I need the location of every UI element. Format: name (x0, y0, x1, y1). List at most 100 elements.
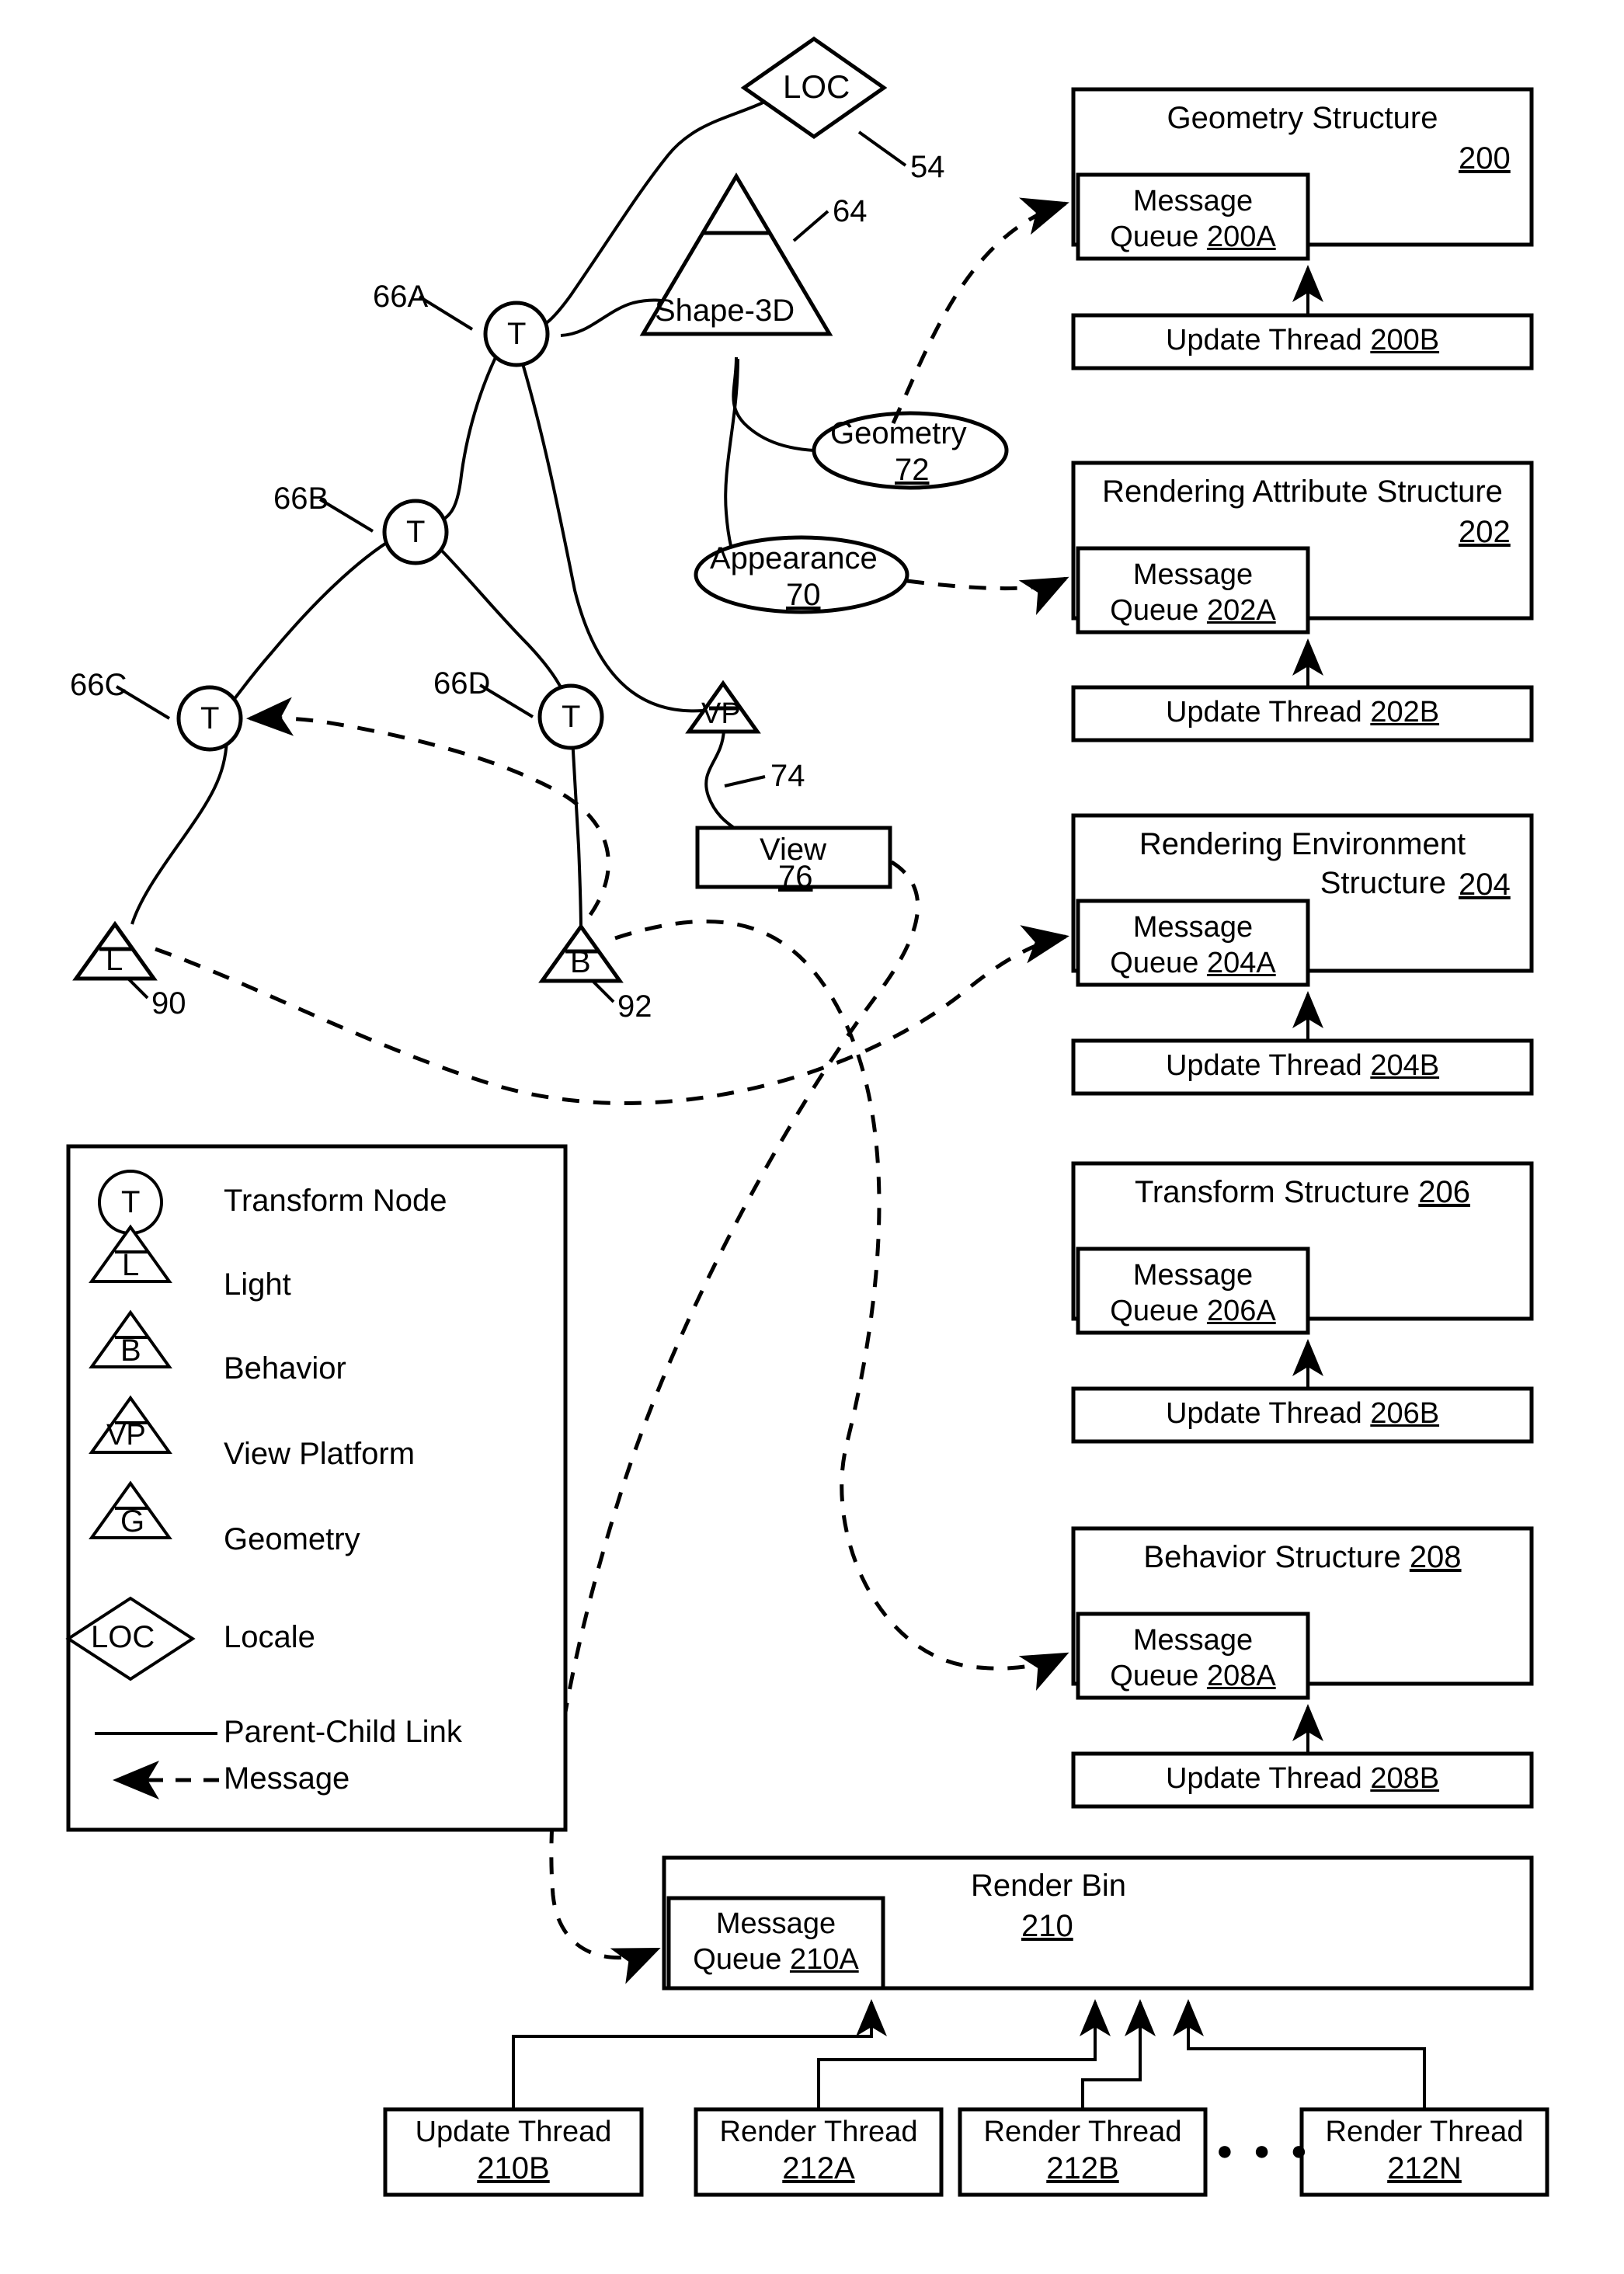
queue-204A-line2: Queue 204A (1083, 947, 1303, 980)
figure-canvas: LOC 54 Shape-3D 64 T 66A T 66B T 66C T 6… (0, 0, 1624, 2274)
thread-200B: Update Thread 200B (1081, 324, 1524, 357)
queue-200A-line1: Message (1132, 185, 1254, 217)
queue-210A-line2: Queue 210A (672, 1943, 880, 1977)
structure-200-title: Geometry Structure (1167, 101, 1438, 135)
behavior-ref: 92 (617, 989, 652, 1024)
legend-behavior-glyph: B (120, 1333, 141, 1368)
queue-208A-line1: Message (1132, 1624, 1254, 1657)
structure-208-ref: 208 (1409, 1540, 1462, 1574)
legend-locale-label: Locale (224, 1620, 315, 1654)
bottom-thread-3-ref: 212N (1387, 2151, 1462, 2185)
transform-node-66C-letter: T (200, 701, 220, 735)
legend-light-glyph: L (122, 1248, 140, 1282)
legend-transform-glyph: T (121, 1185, 141, 1219)
transform-node-66D-letter: T (562, 700, 581, 734)
thread-204B-label: Update Thread (1165, 1049, 1371, 1082)
thread-206B-ref: 206B (1370, 1397, 1440, 1430)
structure-202-ref: 202 (1459, 515, 1511, 549)
queue-202A-line2: Queue 202A (1083, 594, 1303, 628)
queue-202A-word: Queue (1110, 594, 1207, 627)
locale-ref: 54 (910, 150, 945, 184)
viewplatform-label: VP (701, 697, 741, 730)
bottom-thread-2-label: Render Thread (983, 2116, 1182, 2148)
transform-node-66D-ref: 66D (433, 666, 491, 701)
thread-206B-label: Update Thread (1165, 1397, 1371, 1430)
legend-geometry-glyph: G (120, 1504, 145, 1539)
appearance-node-label: Appearance (710, 541, 878, 575)
thread-200B-ref: 200B (1370, 324, 1440, 356)
queue-200A-line2: Queue 200A (1083, 221, 1303, 254)
legend-locale-glyph: LOC (91, 1620, 155, 1654)
thread-208B: Update Thread 208B (1081, 1762, 1524, 1796)
queue-206A-ref: 206A (1206, 1295, 1276, 1327)
queue-206A-line2: Queue 206A (1083, 1295, 1303, 1328)
appearance-node-ref: 70 (786, 578, 821, 612)
light-label: L (106, 943, 123, 977)
legend-viewplatform-glyph: VP (106, 1419, 146, 1452)
bottom-thread-0-ref: 210B (477, 2151, 550, 2185)
queue-208A-line2: Queue 208A (1083, 1660, 1303, 1693)
locale-label: LOC (783, 68, 850, 105)
thread-206B: Update Thread 206B (1081, 1397, 1524, 1431)
queue-210A-line1: Message (715, 1907, 836, 1940)
structure-202-title: Rendering Attribute Structure (1102, 475, 1503, 509)
geometry-node-ref: 72 (895, 453, 930, 487)
queue-204A-line1: Message (1132, 911, 1254, 944)
structure-204-title: Rendering Environment (1139, 827, 1466, 861)
queue-208A-word: Queue (1110, 1660, 1207, 1692)
structure-200-ref: 200 (1459, 141, 1511, 176)
queue-200A-ref: 200A (1206, 221, 1276, 253)
structure-208-title: Behavior Structure 208 (1081, 1540, 1524, 1575)
bottom-thread-1-ref: 212A (782, 2151, 855, 2185)
queue-210A-word: Queue (693, 1943, 790, 1976)
viewplatform-ref: 74 (770, 759, 805, 793)
render-bin-ref: 210 (1021, 1909, 1073, 1943)
legend-viewplatform-label: View Platform (224, 1437, 416, 1471)
queue-200A-word: Queue (1110, 221, 1207, 253)
transform-node-66A-ref: 66A (373, 280, 429, 314)
queue-208A-ref: 208A (1206, 1660, 1276, 1692)
bottom-thread-2-ref: 212B (1046, 2151, 1119, 2185)
scene-graph-shapes (72, 36, 1009, 983)
transform-node-66A-letter: T (507, 317, 527, 351)
structure-204-title2: Structure (1320, 866, 1446, 900)
thread-204B: Update Thread 204B (1081, 1049, 1524, 1083)
transform-node-66B-letter: T (406, 515, 426, 549)
legend-light-label: Light (224, 1267, 291, 1302)
thread-204B-ref: 204B (1370, 1049, 1440, 1082)
thread-202B: Update Thread 202B (1081, 696, 1524, 729)
light-ref: 90 (151, 986, 186, 1021)
shape3d-ref: 64 (833, 194, 868, 228)
structure-206-ref: 206 (1418, 1175, 1471, 1209)
legend-line-message-label: Message (224, 1761, 350, 1796)
legend-behavior-label: Behavior (224, 1351, 346, 1386)
thread-208B-label: Update Thread (1165, 1762, 1371, 1795)
render-bin-title: Render Bin (970, 1869, 1127, 1903)
geometry-node-label: Geometry (830, 416, 967, 450)
queue-206A-word: Queue (1110, 1295, 1207, 1327)
queue-202A-line1: Message (1132, 558, 1254, 591)
thread-208B-ref: 208B (1370, 1762, 1440, 1795)
bottom-thread-1-label: Render Thread (719, 2116, 918, 2148)
thread-202B-ref: 202B (1370, 696, 1440, 728)
bottom-thread-3-label: Render Thread (1325, 2116, 1524, 2148)
legend-transform-label: Transform Node (224, 1184, 447, 1218)
structure-204-ref: 204 (1459, 868, 1511, 902)
structure-206-title-text: Transform Structure (1134, 1175, 1419, 1209)
bottom-thread-0-label: Update Thread (415, 2116, 612, 2148)
shape3d-label: Shape-3D (655, 294, 795, 328)
structure-206-title: Transform Structure 206 (1081, 1175, 1524, 1210)
transform-node-66C-ref: 66C (70, 668, 127, 702)
thread-ellipsis: ● ● ● (1216, 2134, 1314, 2166)
behavior-label: B (570, 945, 591, 979)
queue-210A-ref: 210A (789, 1943, 859, 1976)
legend-line-solid-label: Parent-Child Link (224, 1715, 462, 1749)
legend-geometry-label: Geometry (224, 1522, 360, 1556)
thread-200B-label: Update Thread (1165, 324, 1371, 356)
transform-node-66B-ref: 66B (273, 482, 329, 516)
queue-204A-ref: 204A (1206, 947, 1276, 979)
view-ref: 76 (778, 860, 813, 894)
queue-206A-line1: Message (1132, 1259, 1254, 1292)
render-bin-connectors (512, 1999, 1426, 2109)
queue-202A-ref: 202A (1206, 594, 1276, 627)
